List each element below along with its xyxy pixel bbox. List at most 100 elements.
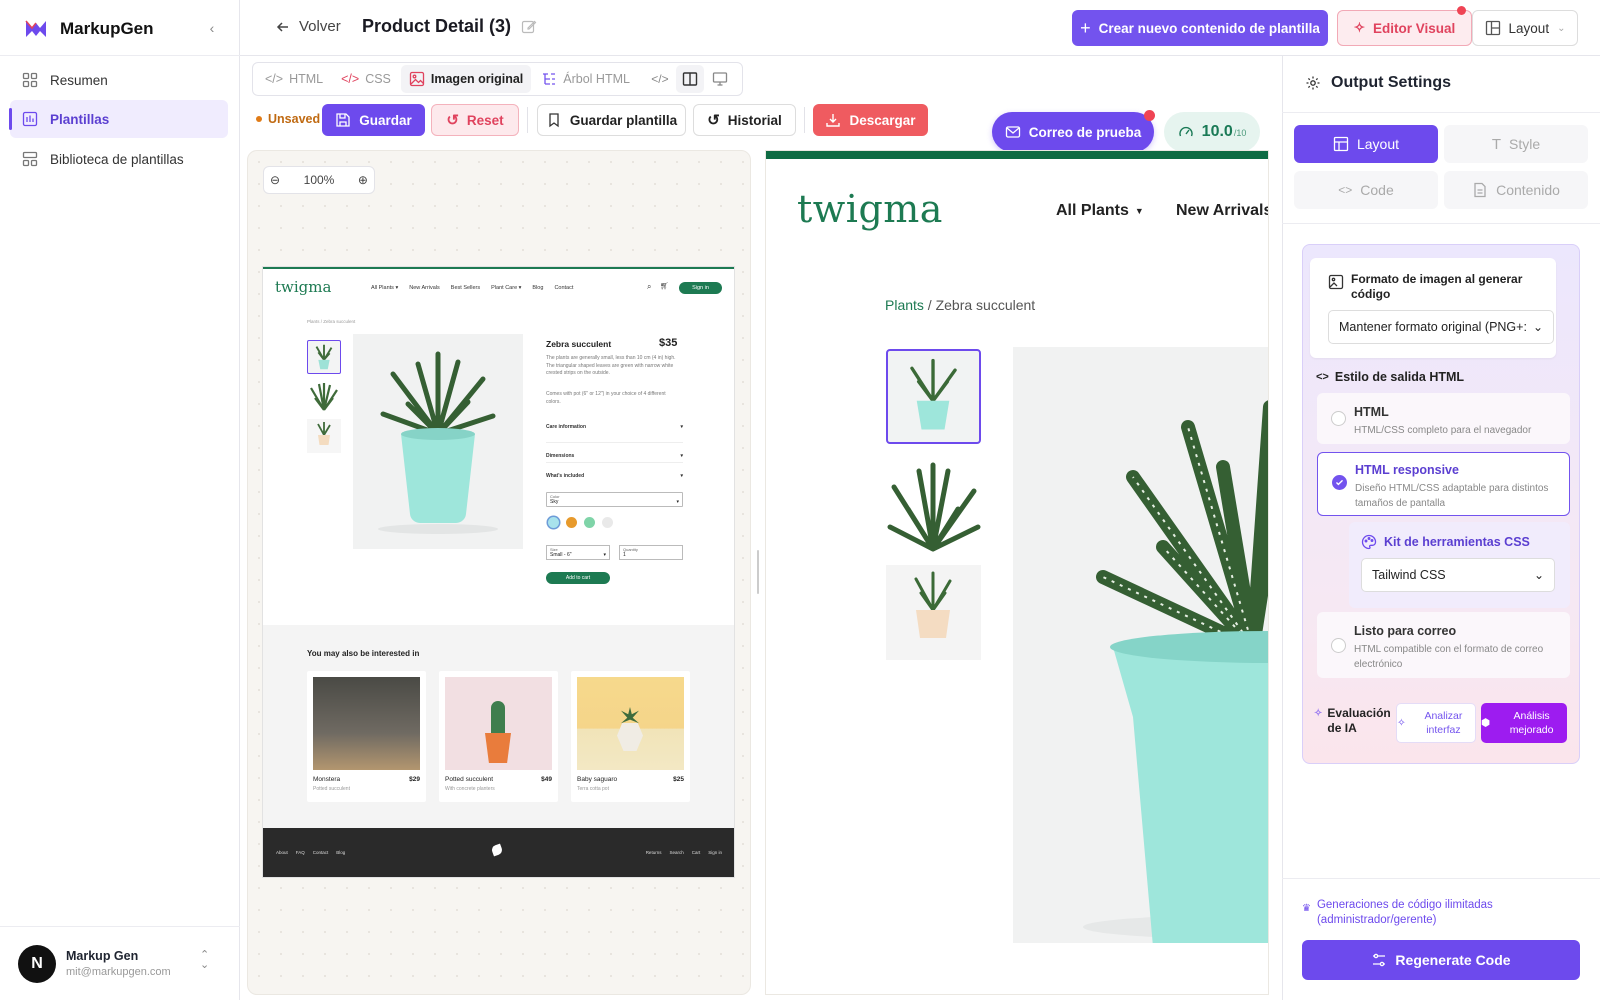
original-screenshot: twigma All Plants ▾ New Arrivals Best Sell… [263, 267, 734, 877]
back-button[interactable]: Volver [275, 18, 341, 35]
sparkle-icon: ✧ [1353, 20, 1366, 35]
enhanced-analysis-button[interactable]: ⬢ Análisis mejorado [1481, 703, 1567, 743]
thumb-footer-links-right: Returns Search Cart Sign in [645, 850, 722, 855]
save-template-button[interactable]: Guardar plantilla [537, 104, 686, 136]
tab-imagen-original[interactable]: Imagen original [400, 65, 532, 93]
leaf-logo-icon [490, 843, 504, 857]
tree-icon [543, 73, 556, 85]
preview-gallery-2[interactable] [886, 457, 981, 552]
code-icon: </> [265, 72, 284, 86]
split-view-icon[interactable] [675, 65, 704, 93]
css-toolkit-label-row: Kit de herramientas CSS [1361, 534, 1530, 550]
image-icon [409, 71, 425, 87]
crown-icon: ♛ [1302, 903, 1311, 914]
thumb-desc-2: Comes with pot (6" or 12") in your choic… [546, 391, 666, 405]
preview-logo[interactable]: twigma [797, 187, 943, 231]
score-max: /10 [1233, 128, 1247, 138]
dashboard-icon [22, 72, 38, 88]
cube-icon: ⬢ [1481, 717, 1491, 729]
radio-html-responsive[interactable] [1332, 475, 1347, 490]
zoom-in-icon[interactable]: ⊕ [358, 173, 368, 187]
sliders-icon [1373, 953, 1386, 967]
option-html-responsive[interactable]: HTML responsive Diseño HTML/CSS adaptabl… [1317, 452, 1570, 516]
breadcrumb-link[interactable]: Plants [885, 297, 924, 313]
preview-breadcrumb: Plants / Zebra succulent [885, 297, 1036, 313]
toolbar-divider [804, 107, 805, 133]
zoom-out-icon[interactable]: ⊖ [270, 173, 280, 187]
option-email-ready[interactable]: Listo para correo HTML compatible con el… [1317, 612, 1570, 678]
download-button[interactable]: Descargar [813, 104, 928, 136]
image-format-select[interactable]: Mantener formato original (PNG+: ⌄ [1328, 310, 1554, 344]
thumb-swatches [548, 517, 613, 528]
bookmark-icon [549, 113, 559, 128]
radio-email-ready[interactable] [1331, 638, 1346, 653]
layout-icon [1333, 136, 1349, 152]
tab-html[interactable]: </> HTML [257, 65, 331, 93]
segment-code[interactable]: <> Code [1294, 171, 1438, 209]
desktop-preview-icon[interactable] [706, 65, 734, 93]
save-button[interactable]: Guardar [322, 104, 425, 136]
code-icon: <> [1338, 183, 1353, 197]
sidebar-item-resumen[interactable]: Resumen [10, 61, 228, 99]
document-icon [1474, 182, 1486, 198]
score-badge[interactable]: 10.0/10 [1164, 112, 1260, 152]
sidebar-item-plantillas[interactable]: Plantillas [9, 100, 228, 138]
ai-evaluation-label: ✧ Evaluación de IA [1314, 706, 1391, 735]
thumb-breadcrumb: Plants / Zebra succulent [307, 319, 356, 324]
analyze-interface-button[interactable]: ✧ Analizar interfaz [1396, 703, 1476, 743]
thumb-product-name: Zebra succulent [546, 339, 612, 349]
visual-editor-button[interactable]: ✧ Editor Visual [1337, 10, 1472, 46]
option-html[interactable]: HTML HTML/CSS completo para el navegador [1317, 393, 1570, 444]
thumb-gallery-1 [307, 340, 341, 374]
preview-gallery-3[interactable] [886, 565, 981, 660]
reset-button[interactable]: ↺ Reset [431, 104, 519, 136]
status-dot [256, 116, 262, 122]
image-format-box: Formato de imagen al generar código Mant… [1310, 258, 1556, 358]
chevron-updown-icon[interactable]: ⌃ ⌄ [200, 950, 209, 971]
settings-title: Output Settings [1331, 74, 1451, 91]
layout-icon [1485, 20, 1500, 36]
chevron-down-icon: ▾ [680, 453, 683, 459]
segment-layout[interactable]: Layout [1294, 125, 1438, 163]
resize-handle[interactable] [757, 550, 759, 594]
create-template-button[interactable]: + Crear nuevo contenido de plantilla [1072, 10, 1328, 46]
thumb-color-select: Color Sky ▾ [546, 492, 683, 507]
divider [1282, 878, 1600, 879]
segment-style[interactable]: T Style [1444, 125, 1588, 163]
layout-dropdown[interactable]: Layout ⌄ [1472, 10, 1578, 46]
sparkle-icon: ✧ [1397, 717, 1406, 729]
test-email-button[interactable]: Correo de prueba [992, 112, 1154, 152]
tab-css[interactable]: </> CSS [333, 65, 399, 93]
visual-editor-label: Editor Visual [1373, 20, 1456, 36]
preview-nav-all-plants[interactable]: All Plants ▼ [1056, 202, 1144, 220]
regenerate-code-button[interactable]: Regenerate Code [1302, 940, 1580, 980]
code-view-icon[interactable]: </> [646, 65, 674, 93]
library-icon [22, 151, 38, 167]
css-toolkit-select[interactable]: Tailwind CSS ⌄ [1361, 558, 1555, 592]
unsaved-status: Unsaved [256, 112, 320, 126]
history-icon: ↺ [707, 112, 720, 129]
thumb-accordion-item: What's included ▾ [546, 463, 683, 483]
sparkle-icon: ✧ [1314, 708, 1323, 719]
collapse-sidebar-icon[interactable]: ‹ [202, 18, 222, 38]
thumb-footer: About FAQ Contact Blog Returns Search Cart Sig… [263, 828, 734, 877]
tab-arbol-html[interactable]: Árbol HTML [533, 65, 638, 93]
brand[interactable]: MarkupGen [24, 17, 154, 41]
chevron-down-icon: ⌄ [1532, 320, 1543, 334]
user-email: mit@markupgen.com [66, 966, 171, 978]
sidebar-item-biblioteca[interactable]: Biblioteca de plantillas [10, 140, 228, 178]
markupgen-logo-icon [25, 20, 46, 37]
preview-gallery-1[interactable] [886, 349, 981, 444]
preview-nav-new-arrivals[interactable]: New Arrivals [1176, 202, 1268, 220]
sidebar-item-label: Resumen [50, 72, 108, 88]
thumb-related-card: Baby saguaro $25 Terra cotta pot [571, 671, 690, 802]
history-button[interactable]: ↺ Historial [693, 104, 796, 136]
gear-icon [1306, 76, 1320, 90]
radio-html[interactable] [1331, 411, 1346, 426]
thumb-related-card: Potted succulent $49 With concrete plante… [439, 671, 558, 802]
segment-contenido[interactable]: Contenido [1444, 171, 1588, 209]
edit-icon[interactable] [521, 19, 537, 35]
undo-icon: ↺ [446, 112, 459, 129]
thumb-product-image [353, 334, 523, 549]
thumb-related-card: Monstera $29 Potted succulent [307, 671, 426, 802]
